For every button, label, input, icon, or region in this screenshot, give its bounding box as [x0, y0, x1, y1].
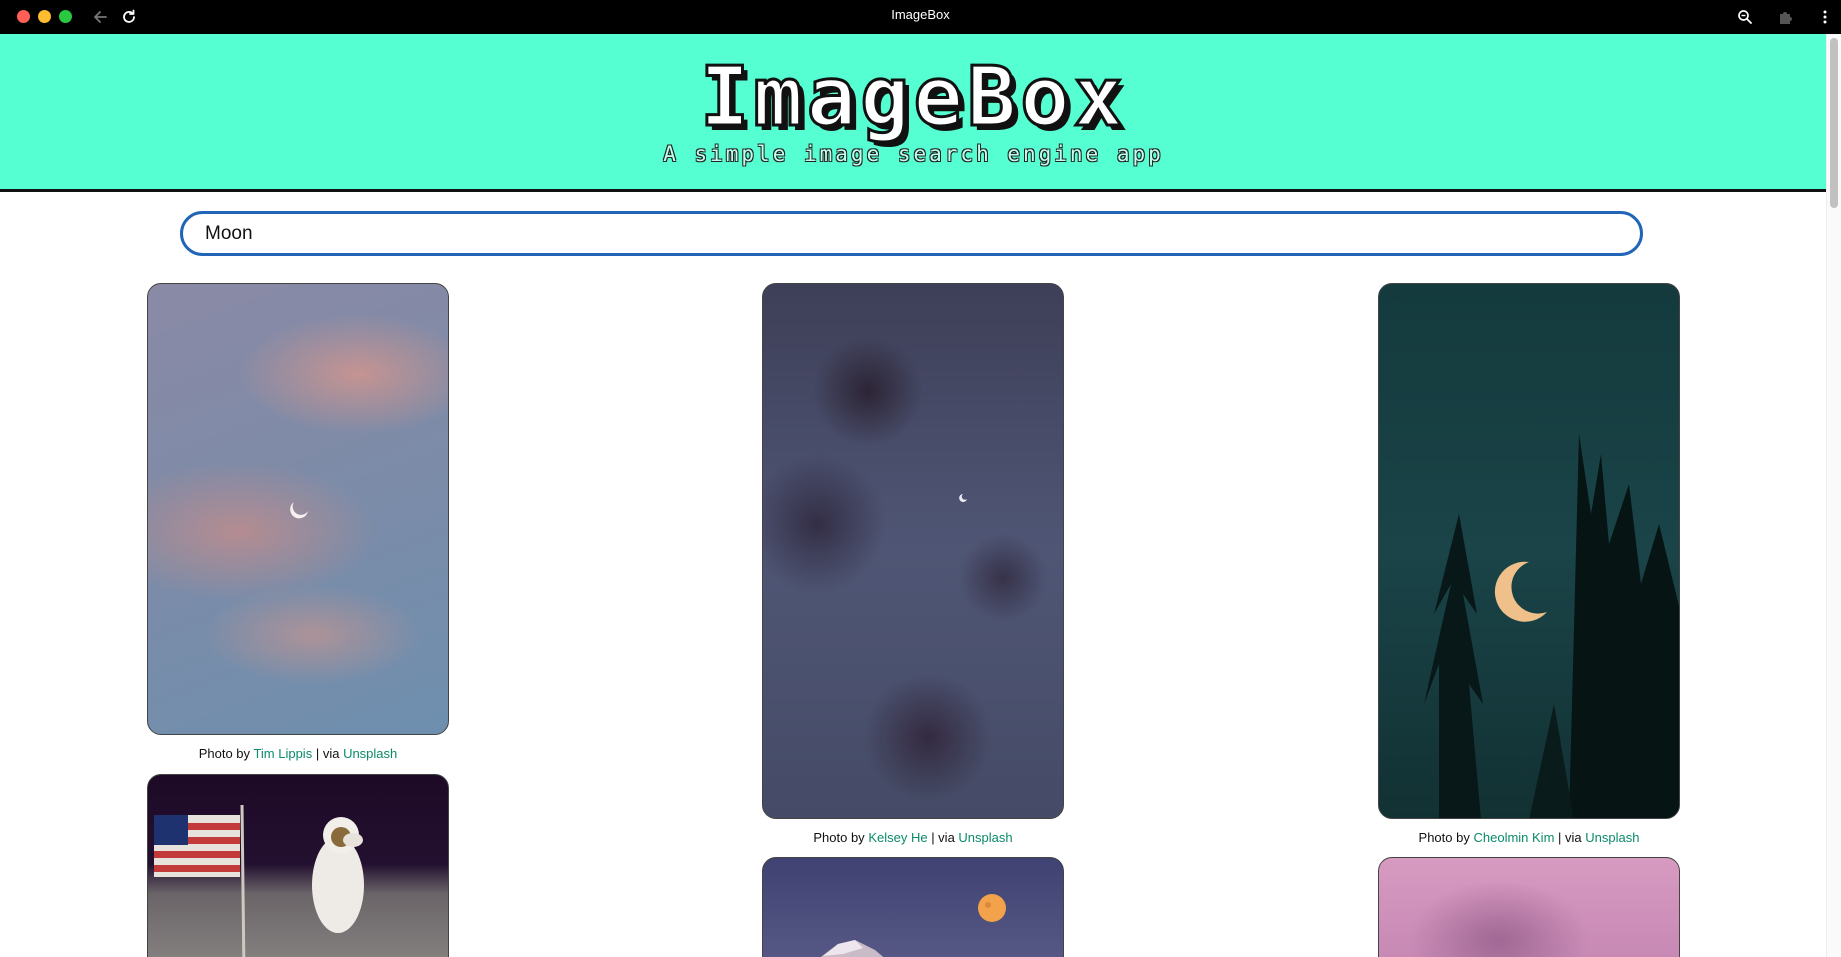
- photo-caption: Photo by Cheolmin Kim | via Unsplash: [1378, 830, 1680, 845]
- puzzle-icon: [1780, 12, 1792, 24]
- result-photo[interactable]: [762, 857, 1064, 957]
- page-viewport: ImageBox A simple image search engine ap…: [0, 34, 1841, 957]
- photographer-link[interactable]: Kelsey He: [868, 830, 927, 845]
- source-link[interactable]: Unsplash: [958, 830, 1012, 845]
- extensions-button[interactable]: [1772, 4, 1798, 30]
- back-button[interactable]: [87, 4, 113, 30]
- source-link[interactable]: Unsplash: [1585, 830, 1639, 845]
- site-logo: ImageBox: [699, 49, 1127, 147]
- site-header: ImageBox A simple image search engine ap…: [0, 34, 1827, 192]
- result-photo[interactable]: [147, 774, 449, 957]
- result-photo[interactable]: [1378, 857, 1680, 957]
- reload-button[interactable]: [116, 4, 142, 30]
- scrollbar-thumb[interactable]: [1830, 38, 1838, 208]
- caption-separator: | via: [931, 830, 955, 845]
- menu-button[interactable]: [1812, 4, 1838, 30]
- result-photo[interactable]: [147, 283, 449, 735]
- caption-prefix: Photo by: [813, 830, 865, 845]
- photo-caption: Photo by Kelsey He | via Unsplash: [762, 830, 1064, 845]
- photographer-link[interactable]: Tim Lippis: [253, 746, 312, 761]
- window-titlebar: ImageBox: [0, 0, 1841, 34]
- more-vertical-icon: [1823, 10, 1827, 24]
- photo-caption: Photo by Tim Lippis | via Unsplash: [147, 746, 449, 761]
- back-arrow-icon: [94, 11, 107, 23]
- reload-icon: [123, 9, 135, 23]
- window-title: ImageBox: [891, 7, 950, 22]
- caption-separator: | via: [315, 746, 340, 761]
- source-link[interactable]: Unsplash: [343, 746, 397, 761]
- caption-separator: | via: [1558, 830, 1582, 845]
- caption-prefix: Photo by: [198, 746, 251, 761]
- photographer-link[interactable]: Cheolmin Kim: [1473, 830, 1554, 845]
- caption-prefix: Photo by: [1418, 830, 1470, 845]
- result-photo[interactable]: [1378, 283, 1680, 819]
- site-tagline: A simple image search engine app: [663, 142, 1164, 166]
- search-bar: [180, 211, 1643, 256]
- search-input[interactable]: [180, 211, 1643, 256]
- page-scrollbar[interactable]: [1826, 34, 1841, 957]
- result-photo[interactable]: [762, 283, 1064, 819]
- zoom-button[interactable]: [1732, 4, 1758, 30]
- search-zoom-icon: [1738, 10, 1752, 24]
